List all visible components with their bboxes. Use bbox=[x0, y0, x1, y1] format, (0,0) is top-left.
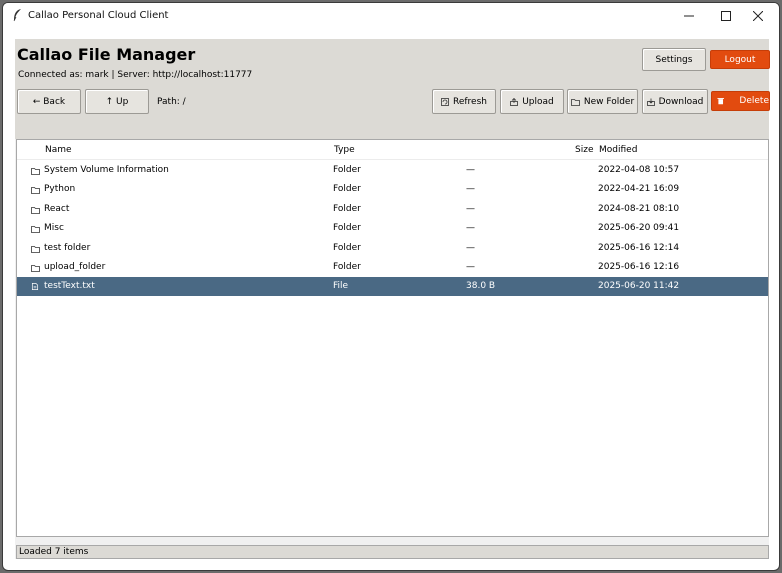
upload-icon bbox=[510, 97, 519, 106]
table-row[interactable]: test folder Folder — 2025-06-16 12:14 bbox=[17, 239, 768, 258]
folder-icon bbox=[31, 226, 40, 234]
file-size: — bbox=[466, 223, 475, 234]
path-label: Path: / bbox=[157, 97, 186, 107]
table-row[interactable]: upload_folder Folder — 2025-06-16 12:16 bbox=[17, 258, 768, 277]
up-button[interactable]: ↑ Up bbox=[85, 89, 149, 114]
file-size: — bbox=[466, 203, 475, 214]
file-name: Python bbox=[44, 184, 76, 195]
file-type: Folder bbox=[333, 203, 361, 214]
folder-icon bbox=[31, 245, 40, 253]
table-row[interactable]: Python Folder — 2022-04-21 16:09 bbox=[17, 180, 768, 199]
delete-button[interactable]: Delete bbox=[711, 91, 770, 111]
new-folder-button[interactable]: New Folder bbox=[567, 89, 638, 114]
delete-button-label: Delete bbox=[739, 96, 769, 106]
upload-button[interactable]: Upload bbox=[500, 89, 564, 114]
file-size: — bbox=[466, 242, 475, 253]
title-bar[interactable]: Callao Personal Cloud Client bbox=[3, 3, 779, 29]
file-list[interactable]: Name Type Size Modified System Volume In… bbox=[16, 139, 769, 537]
column-header-modified[interactable]: Modified bbox=[599, 145, 637, 155]
download-button-label: Download bbox=[658, 96, 704, 107]
folder-icon bbox=[31, 265, 40, 272]
table-row[interactable]: Misc Folder — 2025-06-20 09:41 bbox=[17, 219, 768, 238]
refresh-icon bbox=[441, 97, 449, 106]
up-button-label: ↑ Up bbox=[105, 96, 129, 107]
table-row[interactable]: React Folder — 2024-08-21 08:10 bbox=[17, 200, 768, 219]
file-modified: 2024-08-21 08:10 bbox=[598, 203, 680, 214]
status-text: Loaded 7 items bbox=[19, 547, 89, 557]
feather-icon bbox=[13, 9, 21, 22]
file-size: 38.0 B bbox=[466, 281, 496, 292]
connection-info: Connected as: mark | Server: http://loca… bbox=[18, 70, 253, 80]
back-button[interactable]: ← Back bbox=[17, 89, 81, 114]
download-icon bbox=[646, 98, 655, 106]
maximize-icon bbox=[721, 11, 731, 21]
file-type: Folder bbox=[333, 242, 361, 253]
trash-icon bbox=[717, 98, 724, 105]
refresh-button-label: Refresh bbox=[453, 96, 487, 107]
file-type: File bbox=[333, 281, 349, 292]
folder-icon bbox=[570, 98, 580, 106]
folder-icon bbox=[31, 206, 40, 214]
app-window: Callao Personal Cloud Client Callao File… bbox=[2, 2, 780, 571]
folder-icon bbox=[31, 187, 40, 195]
file-name: Misc bbox=[44, 223, 64, 234]
file-modified: 2025-06-20 11:42 bbox=[598, 281, 680, 292]
client-area: Callao File Manager Connected as: mark |… bbox=[15, 39, 770, 559]
file-modified: 2022-04-21 16:09 bbox=[598, 184, 680, 195]
file-size: — bbox=[466, 262, 475, 272]
file-modified: 2022-04-08 10:57 bbox=[598, 165, 680, 175]
file-name: testText.txt bbox=[44, 281, 95, 292]
logout-button-label: Logout bbox=[724, 54, 756, 65]
download-button[interactable]: Download bbox=[642, 89, 708, 114]
file-type: Folder bbox=[333, 262, 361, 272]
minimize-icon bbox=[684, 15, 694, 17]
header-panel: Callao File Manager Connected as: mark |… bbox=[15, 39, 770, 139]
file-name: upload_folder bbox=[44, 262, 106, 272]
column-header-size[interactable]: Size bbox=[575, 145, 593, 155]
page-title: Callao File Manager bbox=[17, 45, 196, 64]
file-list-header: Name Type Size Modified bbox=[17, 140, 768, 160]
close-icon bbox=[753, 11, 763, 21]
table-row[interactable]: testText.txt File 38.0 B 2025-06-20 11:42 bbox=[17, 277, 768, 297]
file-type: Folder bbox=[333, 184, 361, 195]
file-type: Folder bbox=[333, 223, 361, 234]
column-header-type[interactable]: Type bbox=[334, 145, 355, 155]
column-header-name[interactable]: Name bbox=[45, 145, 72, 155]
new-folder-button-label: New Folder bbox=[583, 96, 635, 107]
back-button-label: ← Back bbox=[32, 96, 66, 107]
table-row[interactable]: System Volume Information Folder — 2022-04-… bbox=[17, 161, 768, 180]
file-name: React bbox=[44, 203, 70, 214]
file-size: — bbox=[466, 184, 475, 195]
file-modified: 2025-06-16 12:14 bbox=[598, 242, 680, 253]
settings-button-label: Settings bbox=[655, 54, 693, 65]
refresh-button[interactable]: Refresh bbox=[432, 89, 496, 114]
status-bar: Loaded 7 items bbox=[16, 545, 769, 559]
file-modified: 2025-06-20 09:41 bbox=[598, 223, 680, 234]
file-type: Folder bbox=[333, 165, 361, 175]
file-icon bbox=[31, 283, 39, 291]
file-modified: 2025-06-16 12:16 bbox=[598, 262, 680, 272]
upload-button-label: Upload bbox=[522, 96, 554, 107]
file-size: — bbox=[466, 165, 475, 175]
logout-button[interactable]: Logout bbox=[710, 50, 770, 69]
settings-button[interactable]: Settings bbox=[642, 48, 706, 71]
window-title: Callao Personal Cloud Client bbox=[28, 10, 169, 21]
close-button[interactable] bbox=[735, 3, 779, 29]
folder-icon bbox=[31, 168, 40, 175]
file-name: test folder bbox=[44, 242, 91, 253]
file-name: System Volume Information bbox=[44, 165, 169, 175]
